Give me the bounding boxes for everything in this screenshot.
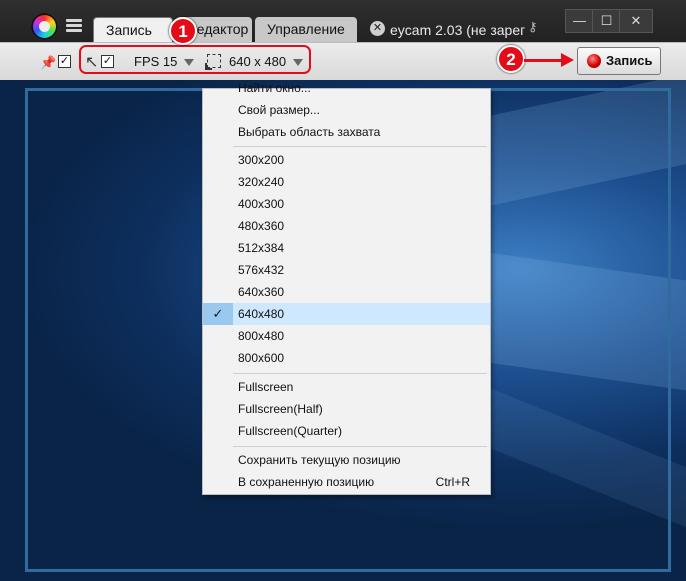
menu-item-size[interactable]: 320x240 <box>203 171 490 193</box>
menu-item-size[interactable]: 800x480 <box>203 325 490 347</box>
record-label: Запись <box>606 53 653 68</box>
arrow-head-icon <box>561 53 574 67</box>
menu-item-fullscreen[interactable]: Fullscreen <box>203 376 490 398</box>
app-logo-icon[interactable] <box>31 13 58 40</box>
menu-item-size[interactable]: 800x600 <box>203 347 490 369</box>
menu-item-fullscreen-quarter[interactable]: Fullscreen(Quarter) <box>203 420 490 442</box>
pin-icon: 📌 <box>40 55 57 70</box>
close-window-button[interactable]: ✕ <box>619 9 653 33</box>
menu-item-size[interactable]: 576x432 <box>203 259 490 281</box>
menu-separator <box>233 446 487 447</box>
shortcut-label: Ctrl+R <box>435 475 470 489</box>
menu-item-label: В сохраненную позицию <box>238 475 375 489</box>
menu-item-fullscreen-half[interactable]: Fullscreen(Half) <box>203 398 490 420</box>
pin-checkbox[interactable]: ✓ <box>58 55 71 68</box>
key-icon[interactable]: ⚷ <box>528 19 538 35</box>
maximize-button[interactable]: ☐ <box>592 9 621 33</box>
menu-item-size[interactable]: 400x300 <box>203 193 490 215</box>
step-badge-1: 1 <box>169 17 197 45</box>
menu-item-size[interactable]: 512x384 <box>203 237 490 259</box>
menu-separator <box>233 146 487 147</box>
highlight-box <box>79 45 311 74</box>
tab-record[interactable]: Запись <box>93 17 173 42</box>
arrow-line <box>524 59 564 62</box>
menu-item-select-area[interactable]: Выбрать область захвата <box>203 121 490 143</box>
check-icon: ✓ <box>203 303 233 325</box>
close-tab-icon[interactable]: ✕ <box>370 21 385 36</box>
menu-item-label: 640x480 <box>238 307 285 321</box>
record-button[interactable]: Запись <box>577 47 661 75</box>
record-icon <box>587 54 601 68</box>
menu-item-size[interactable]: 480x360 <box>203 215 490 237</box>
menu-item-restore-position[interactable]: В сохраненную позицию Ctrl+R <box>203 471 490 493</box>
menu-item-size[interactable]: 300x200 <box>203 149 490 171</box>
menu-item-size-selected[interactable]: ✓ 640x480 <box>203 303 490 325</box>
window-title: eycam 2.03 (не зарег <box>390 22 526 38</box>
menu-item-find-window[interactable]: Найти окно... <box>203 77 490 95</box>
tab-manage[interactable]: Управление <box>255 17 357 42</box>
size-menu: Найти окно... Свой размер... Выбрать обл… <box>202 81 491 495</box>
minimize-button[interactable]: — <box>565 9 594 33</box>
menu-item-custom-size[interactable]: Свой размер... <box>203 99 490 121</box>
title-bar: Запись Редактор Управление ✕ eycam 2.03 … <box>0 0 686 42</box>
menu-item-size[interactable]: 640x360 <box>203 281 490 303</box>
menu-separator <box>233 373 487 374</box>
menu-item-save-position[interactable]: Сохранить текущую позицию <box>203 449 490 471</box>
step-badge-2: 2 <box>497 45 525 73</box>
menu-hamburger-icon[interactable] <box>66 19 82 33</box>
